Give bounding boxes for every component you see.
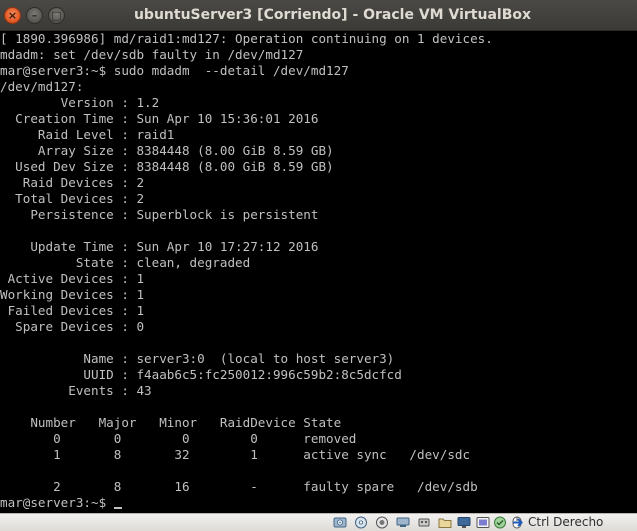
console-line: Total Devices : 2 xyxy=(0,191,145,206)
console-line: 1 8 32 1 active sync /dev/sdc xyxy=(0,447,471,462)
console-line: /dev/md127: xyxy=(0,79,84,94)
console-line: mdadm: set /dev/sdb faulty in /dev/md127 xyxy=(0,47,304,62)
console-line: Failed Devices : 1 xyxy=(0,303,145,318)
console-line: Version : 1.2 xyxy=(0,95,160,110)
console-prompt-line[interactable]: mar@server3:~$ xyxy=(0,495,122,511)
console-line: Number Major Minor RaidDevice State xyxy=(0,415,342,430)
console-line: Events : 43 xyxy=(0,383,152,398)
window-titlebar: × – □ ubuntuServer3 [Corriendo] - Oracle… xyxy=(0,0,637,31)
hard-disk-icon[interactable] xyxy=(333,516,347,529)
console-line: mar@server3:~$ sudo mdadm --detail /dev/… xyxy=(0,63,349,78)
console-line: Creation Time : Sun Apr 10 15:36:01 2016 xyxy=(0,111,319,126)
console-line: Spare Devices : 0 xyxy=(0,319,145,334)
console-line: Working Devices : 1 xyxy=(0,287,145,302)
usb-icon[interactable] xyxy=(417,516,431,529)
host-key-label[interactable]: Ctrl Derecho xyxy=(528,515,603,530)
display-icon[interactable] xyxy=(457,516,471,529)
console-line: State : clean, degraded xyxy=(0,255,251,270)
console-line: UUID : f4aab6c5:fc250012:996c59b2:8c5dcf… xyxy=(0,367,402,382)
console-line: Name : server3:0 (local to host server3) xyxy=(0,351,395,366)
vm-status-bar: Ctrl Derecho xyxy=(0,513,637,531)
console-line: Raid Devices : 2 xyxy=(0,175,145,190)
window-title: ubuntuServer3 [Corriendo] - Oracle VM Vi… xyxy=(133,7,532,23)
console-line: Raid Level : raid1 xyxy=(0,127,175,142)
console-line: 0 0 0 0 removed xyxy=(0,431,357,446)
text-cursor xyxy=(113,507,122,509)
host-key-arrow-icon xyxy=(513,518,523,527)
console-line: Used Dev Size : 8384448 (8.00 GiB 8.59 G… xyxy=(0,159,334,174)
shared-folders-icon[interactable] xyxy=(438,516,452,529)
audio-icon[interactable] xyxy=(375,516,389,529)
console-line: Active Devices : 1 xyxy=(0,271,145,286)
console-line: Persistence : Superblock is persistent xyxy=(0,207,319,222)
console-line: Array Size : 8384448 (8.00 GiB 8.59 GB) xyxy=(0,143,334,158)
network-icon[interactable] xyxy=(396,516,410,529)
console-line: [ 1890.396986] md/raid1:md127: Operation… xyxy=(0,31,493,46)
console-line: Update Time : Sun Apr 10 17:27:12 2016 xyxy=(0,239,319,254)
video-capture-icon[interactable] xyxy=(476,516,490,529)
virtualization-icon[interactable] xyxy=(493,516,507,529)
console-prompt: mar@server3:~$ xyxy=(0,495,114,510)
vm-console-screen[interactable]: [ 1890.396986] md/raid1:md127: Operation… xyxy=(0,31,637,513)
console-line: 2 8 16 - faulty spare /dev/sdb xyxy=(0,479,478,494)
optical-disk-icon[interactable] xyxy=(354,516,368,529)
